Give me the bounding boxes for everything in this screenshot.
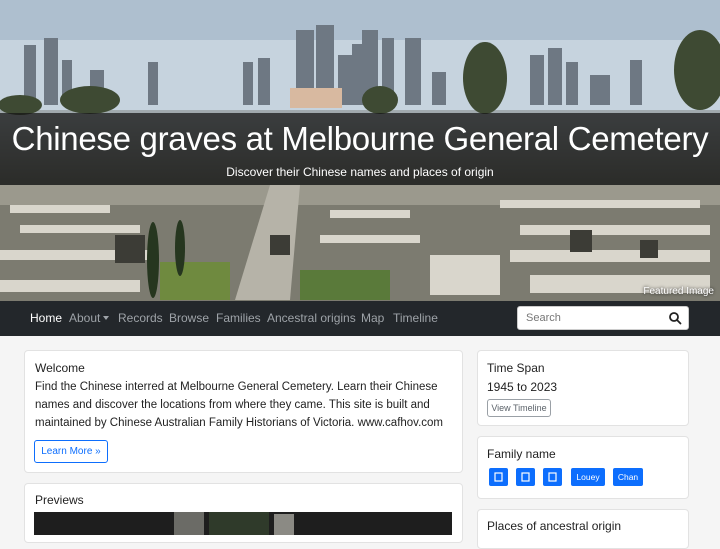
nav-ancestral-origins[interactable]: Ancestral origins (267, 311, 356, 325)
nav-map[interactable]: Map (361, 311, 384, 325)
previews-heading: Previews (35, 493, 84, 507)
chevron-down-icon (103, 316, 110, 320)
nav-timeline[interactable]: Timeline (393, 311, 438, 325)
search-input[interactable] (518, 307, 663, 329)
time-span-heading: Time Span (487, 361, 545, 375)
preview-photo (34, 512, 452, 535)
image-caption: Featured Image (643, 286, 714, 297)
nav-about[interactable]: About (69, 311, 110, 325)
hero-banner: Chinese graves at Melbourne General Ceme… (0, 0, 720, 301)
preview-image[interactable] (34, 512, 452, 535)
page-subtitle: Discover their Chinese names and places … (226, 165, 494, 179)
nav-about-label: About (69, 311, 101, 325)
time-span-range: 1945 to 2023 (487, 380, 558, 394)
search-box (517, 306, 689, 330)
learn-more-button[interactable]: Learn More » (34, 440, 108, 463)
view-timeline-button[interactable]: View Timeline (487, 399, 551, 417)
page-title: Chinese graves at Melbourne General Ceme… (11, 120, 709, 157)
nav-browse[interactable]: Browse (169, 311, 209, 325)
nav-families[interactable]: Families (216, 311, 261, 325)
tag-glyphs (494, 472, 557, 482)
welcome-heading: Welcome (35, 361, 85, 375)
search-icon[interactable] (668, 311, 682, 325)
places-heading: Places of ancestral origin (487, 519, 622, 533)
nav-records[interactable]: Records (118, 311, 163, 325)
family-name-heading: Family name (487, 447, 556, 461)
welcome-text: Find the Chinese interred at Melbourne G… (35, 381, 443, 429)
nav-home[interactable]: Home (30, 311, 62, 325)
